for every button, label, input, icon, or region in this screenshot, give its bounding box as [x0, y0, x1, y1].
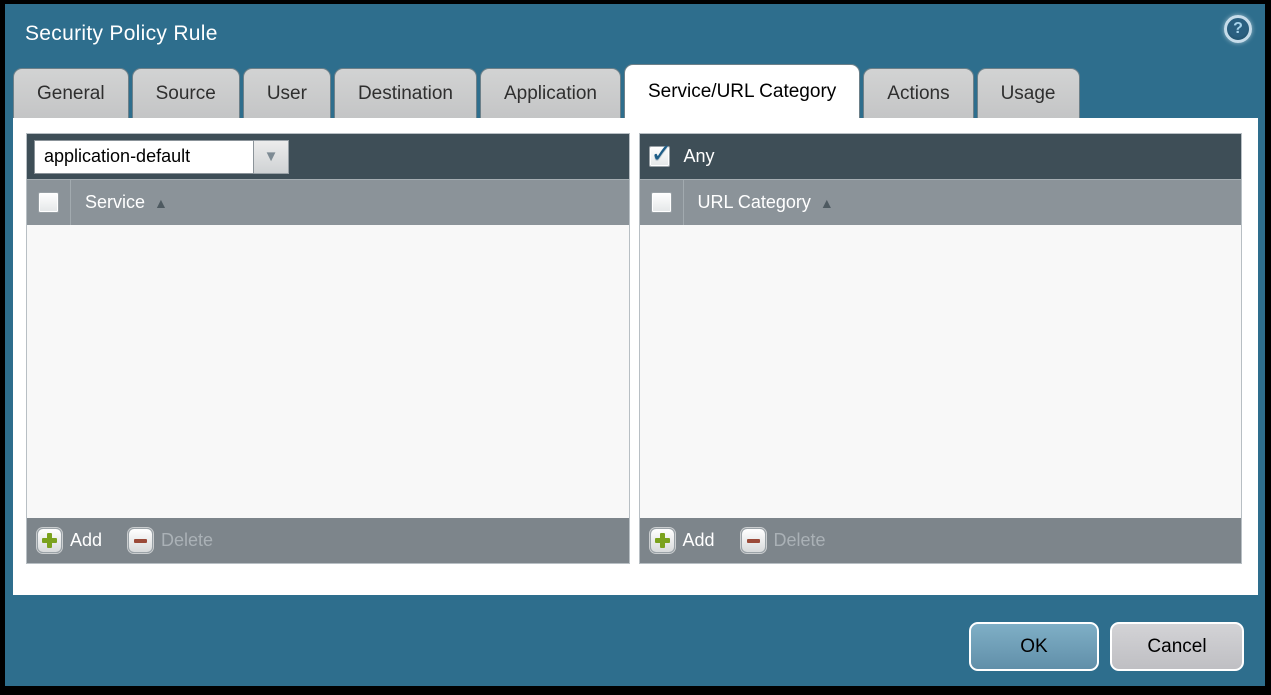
tab-usage[interactable]: Usage — [976, 68, 1080, 118]
url-category-table-header: URL Category ▲ — [639, 179, 1241, 225]
service-panel: application-default ▼ Service ▲ Add Dele… — [26, 133, 630, 564]
help-button[interactable]: ? — [1224, 15, 1252, 43]
url-category-any-label: Any — [683, 146, 715, 166]
service-add-button[interactable]: Add — [37, 528, 102, 553]
url-category-delete-button[interactable]: Delete — [740, 528, 826, 553]
add-plus-icon — [649, 528, 675, 553]
url-category-any-checkbox[interactable]: ✓ — [648, 138, 672, 168]
url-category-select-all-checkbox[interactable] — [650, 192, 672, 213]
help-icon: ? — [1233, 20, 1243, 37]
tab-application[interactable]: Application — [480, 68, 621, 118]
tab-actions[interactable]: Actions — [863, 68, 974, 118]
tab-source[interactable]: Source — [131, 68, 240, 118]
dialog-title: Security Policy Rule — [25, 22, 218, 45]
service-type-dropdown-expander-button[interactable]: ▼ — [254, 139, 289, 174]
sort-ascending-icon: ▲ — [819, 194, 834, 211]
url-category-select-all-cell — [640, 180, 684, 225]
service-select-all-cell — [27, 180, 71, 225]
delete-minus-icon — [740, 528, 766, 553]
service-type-dropdown: application-default ▼ — [34, 139, 289, 174]
dialog-titlebar: Security Policy Rule ? — [5, 4, 1265, 64]
service-column-label: Service — [85, 192, 146, 212]
url-category-table-footer: Add Delete — [639, 518, 1241, 563]
tab-service-url-category[interactable]: Service/URL Category — [623, 64, 861, 118]
cancel-button[interactable]: Cancel — [1110, 622, 1244, 671]
sort-ascending-icon: ▲ — [154, 194, 168, 211]
checkmark-icon: ✓ — [650, 138, 673, 168]
security-policy-rule-dialog: Security Policy Rule ? General Source Us… — [5, 4, 1265, 686]
tab-general[interactable]: General — [13, 68, 129, 118]
chevron-down-icon: ▼ — [263, 148, 279, 165]
service-column-header[interactable]: Service ▲ — [85, 192, 168, 213]
url-category-column-header[interactable]: URL Category ▲ — [698, 192, 834, 213]
service-table-header: Service ▲ — [27, 179, 629, 225]
ok-button[interactable]: OK — [969, 622, 1099, 671]
add-plus-icon — [37, 528, 62, 553]
url-category-column-label: URL Category — [697, 192, 811, 212]
url-category-any-bar: ✓ Any — [639, 134, 1241, 179]
delete-minus-icon — [128, 528, 154, 553]
url-category-add-button[interactable]: Add — [649, 528, 715, 553]
url-category-table-body — [639, 225, 1241, 518]
tab-user[interactable]: User — [242, 68, 331, 118]
service-type-dropdown-value[interactable]: application-default — [34, 139, 254, 174]
service-table-footer: Add Delete — [27, 518, 629, 563]
tab-destination[interactable]: Destination — [333, 68, 477, 118]
service-table-body — [27, 225, 629, 518]
tab-bar: General Source User Destination Applicat… — [5, 64, 1265, 118]
service-delete-button[interactable]: Delete — [128, 528, 213, 553]
service-type-toolbar: application-default ▼ — [27, 134, 629, 179]
url-category-panel: ✓ Any URL Category ▲ Add Delete — [638, 133, 1242, 564]
tab-content-service-url-category: application-default ▼ Service ▲ Add Dele… — [13, 118, 1258, 595]
dialog-action-bar: OK Cancel — [5, 595, 1265, 671]
service-select-all-checkbox[interactable] — [38, 192, 59, 213]
